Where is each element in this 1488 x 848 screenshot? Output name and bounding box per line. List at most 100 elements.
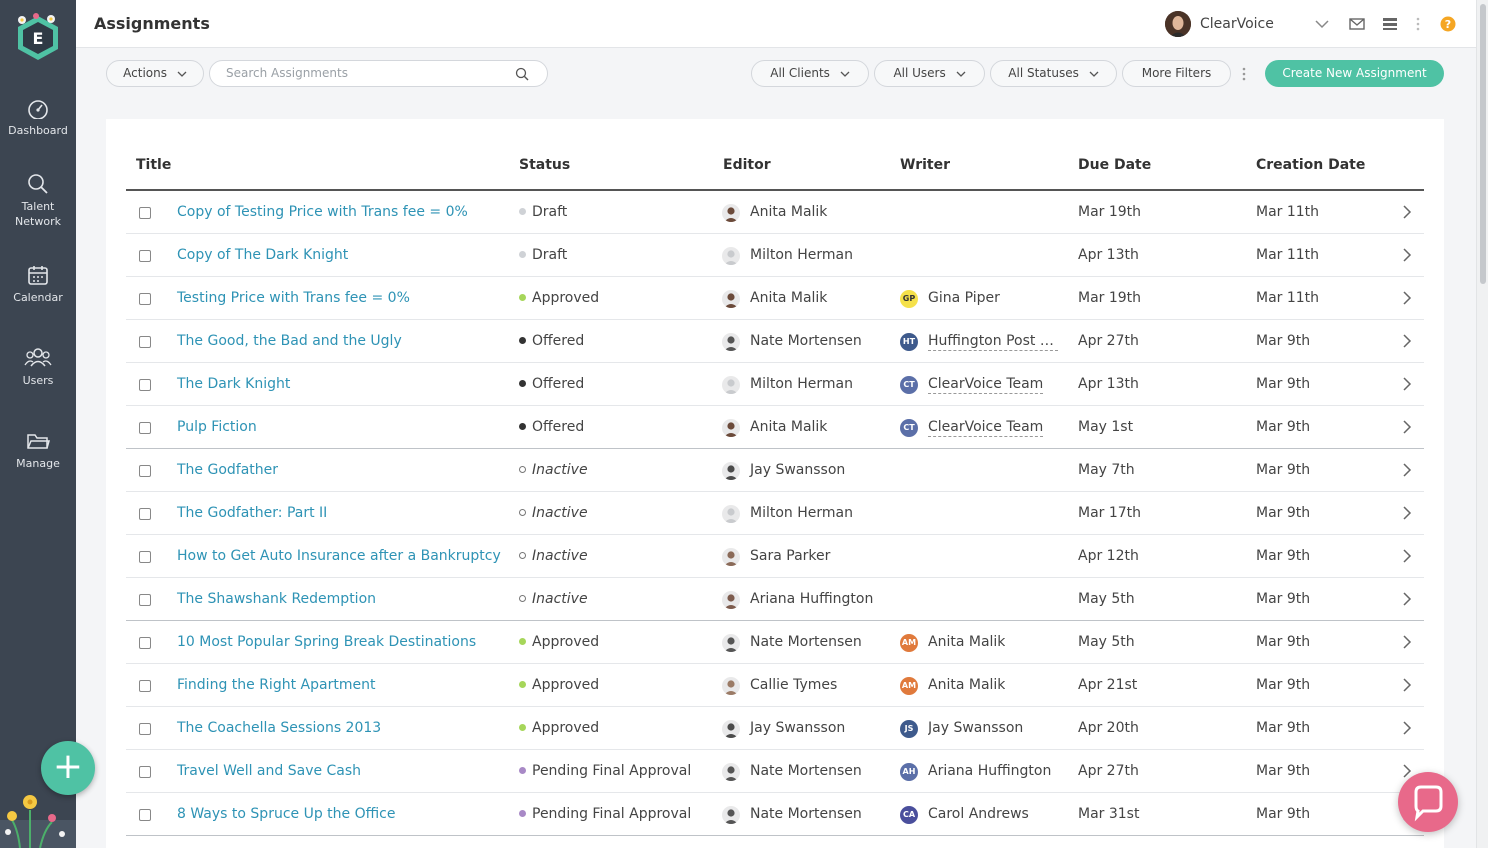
row-checkbox[interactable] [139, 250, 151, 262]
table-row[interactable]: Finding the Right Apartment Approved Calli… [126, 664, 1424, 707]
statuses-filter-dropdown[interactable]: All Statuses [990, 60, 1117, 87]
table-row[interactable]: The Good, the Bad and the Ugly Offered Nat… [126, 320, 1424, 363]
chevron-right-icon[interactable] [1402, 334, 1412, 348]
account-avatar[interactable] [1165, 11, 1191, 37]
assignment-title-link[interactable]: Pulp Fiction [177, 419, 257, 435]
row-checkbox[interactable] [139, 508, 151, 520]
sidebar-item-dashboard[interactable]: Dashboard [0, 99, 76, 138]
assignment-title-link[interactable]: Travel Well and Save Cash [177, 763, 361, 779]
column-header-editor[interactable]: Editor [723, 157, 771, 173]
table-row[interactable]: Copy of The Dark Knight Draft Milton Herma… [126, 234, 1424, 277]
list-view-icon[interactable] [1382, 16, 1398, 32]
create-new-assignment-button[interactable]: Create New Assignment [1265, 60, 1444, 87]
chevron-right-icon[interactable] [1402, 377, 1412, 391]
writer-name[interactable]: ClearVoice Team [928, 376, 1044, 394]
column-header-due-date[interactable]: Due Date [1078, 157, 1151, 173]
writer-name[interactable]: Huffington Post T... [928, 333, 1058, 351]
column-header-creation-date[interactable]: Creation Date [1256, 157, 1365, 173]
sidebar-item-calendar[interactable]: Calendar [0, 264, 76, 305]
row-checkbox[interactable] [139, 336, 151, 348]
clients-filter-dropdown[interactable]: All Clients [751, 60, 869, 87]
assignment-title-link[interactable]: The Godfather [177, 462, 278, 478]
chevron-right-icon[interactable] [1402, 721, 1412, 735]
row-checkbox[interactable] [139, 551, 151, 563]
writer-name[interactable]: Anita Malik [928, 677, 1005, 693]
assignment-title-link[interactable]: Copy of Testing Price with Trans fee = 0… [177, 204, 468, 220]
chevron-right-icon[interactable] [1402, 248, 1412, 262]
row-checkbox[interactable] [139, 723, 151, 735]
writer-name[interactable]: Carol Andrews [928, 806, 1029, 822]
chevron-right-icon[interactable] [1402, 506, 1412, 520]
chat-widget-button[interactable] [1398, 772, 1458, 832]
sidebar-item-users[interactable]: Users [0, 347, 76, 388]
users-filter-dropdown[interactable]: All Users [874, 60, 985, 87]
more-vertical-icon[interactable] [1242, 66, 1246, 82]
table-row[interactable]: The Godfather: Part II Inactive Milton Her… [126, 492, 1424, 535]
search-input[interactable] [226, 66, 506, 80]
chevron-right-icon[interactable] [1402, 678, 1412, 692]
assignment-title-link[interactable]: The Shawshank Redemption [177, 591, 376, 607]
row-checkbox[interactable] [139, 594, 151, 606]
table-row[interactable]: The Shawshank Redemption Inactive Ariana H… [126, 578, 1424, 621]
assignment-title-link[interactable]: The Good, the Bad and the Ugly [177, 333, 402, 349]
table-row[interactable]: The Godfather Inactive Jay Swansson May 7th… [126, 449, 1424, 492]
actions-dropdown[interactable]: Actions [106, 60, 204, 87]
more-filters-button[interactable]: More Filters [1122, 60, 1231, 87]
column-header-writer[interactable]: Writer [900, 157, 950, 173]
table-row[interactable]: Testing Price with Trans fee = 0% Approve… [126, 277, 1424, 320]
table-row[interactable]: The Dark Knight Offered Milton Herman CT Cle… [126, 363, 1424, 406]
assignment-title-link[interactable]: The Dark Knight [177, 376, 290, 392]
chevron-right-icon[interactable] [1402, 291, 1412, 305]
chevron-right-icon[interactable] [1402, 549, 1412, 563]
chevron-right-icon[interactable] [1402, 420, 1412, 434]
row-checkbox[interactable] [139, 680, 151, 692]
column-header-status[interactable]: Status [519, 157, 570, 173]
clearvoice-logo-icon[interactable]: E [14, 12, 62, 62]
row-checkbox[interactable] [139, 637, 151, 649]
assignment-title-link[interactable]: 8 Ways to Spruce Up the Office [177, 806, 395, 822]
writer-name[interactable]: Anita Malik [928, 634, 1005, 650]
chevron-right-icon[interactable] [1402, 205, 1412, 219]
chevron-right-icon[interactable] [1402, 635, 1412, 649]
row-checkbox[interactable] [139, 465, 151, 477]
help-icon[interactable]: ? [1440, 16, 1456, 32]
assignment-title-link[interactable]: The Godfather: Part II [177, 505, 327, 521]
assignment-title-link[interactable]: 10 Most Popular Spring Break Destination… [177, 634, 476, 650]
page-scrollbar[interactable] [1476, 0, 1488, 848]
table-row[interactable]: 8 Ways to Spruce Up the Office Pending Fi… [126, 793, 1424, 836]
row-checkbox[interactable] [139, 379, 151, 391]
assignment-title-link[interactable]: The Coachella Sessions 2013 [177, 720, 381, 736]
table-row[interactable]: Travel Well and Save Cash Pending Final A… [126, 750, 1424, 793]
assignment-title-link[interactable]: Finding the Right Apartment [177, 677, 375, 693]
row-checkbox[interactable] [139, 766, 151, 778]
writer-name[interactable]: Jay Swansson [928, 720, 1023, 736]
mail-icon[interactable] [1349, 16, 1365, 32]
row-checkbox[interactable] [139, 809, 151, 821]
table-row[interactable]: How to Get Auto Insurance after a Bankru… [126, 535, 1424, 578]
assignment-title-link[interactable]: Copy of The Dark Knight [177, 247, 348, 263]
row-checkbox[interactable] [139, 422, 151, 434]
assignment-title-link[interactable]: Testing Price with Trans fee = 0% [177, 290, 410, 306]
column-header-title[interactable]: Title [136, 157, 171, 173]
writer-name[interactable]: Gina Piper [928, 290, 1000, 306]
sidebar-item-talent-network[interactable]: Talent Network [0, 173, 76, 229]
search-box[interactable] [209, 60, 548, 87]
sidebar-item-manage[interactable]: Manage [0, 430, 76, 471]
table-row[interactable]: Pulp Fiction Offered Anita Malik CT ClearVoi… [126, 406, 1424, 449]
row-checkbox[interactable] [139, 207, 151, 219]
writer-name[interactable]: ClearVoice Team [928, 419, 1044, 437]
assignment-title-link[interactable]: How to Get Auto Insurance after a Bankru… [177, 548, 501, 564]
chevron-down-icon[interactable] [1314, 16, 1330, 32]
table-row[interactable]: The Coachella Sessions 2013 Approved Jay S… [126, 707, 1424, 750]
table-row[interactable]: 10 Most Popular Spring Break Destination… [126, 621, 1424, 664]
add-fab-button[interactable]: + [41, 741, 95, 795]
chevron-right-icon[interactable] [1402, 592, 1412, 606]
search-icon[interactable] [515, 67, 529, 81]
writer-name[interactable]: Ariana Huffington [928, 763, 1051, 779]
account-name[interactable]: ClearVoice [1200, 16, 1274, 32]
scrollbar-thumb[interactable] [1480, 4, 1486, 284]
table-row[interactable]: Copy of Testing Price with Trans fee = 0… [126, 191, 1424, 234]
chevron-right-icon[interactable] [1402, 463, 1412, 477]
row-checkbox[interactable] [139, 293, 151, 305]
more-vertical-icon[interactable] [1416, 16, 1420, 32]
